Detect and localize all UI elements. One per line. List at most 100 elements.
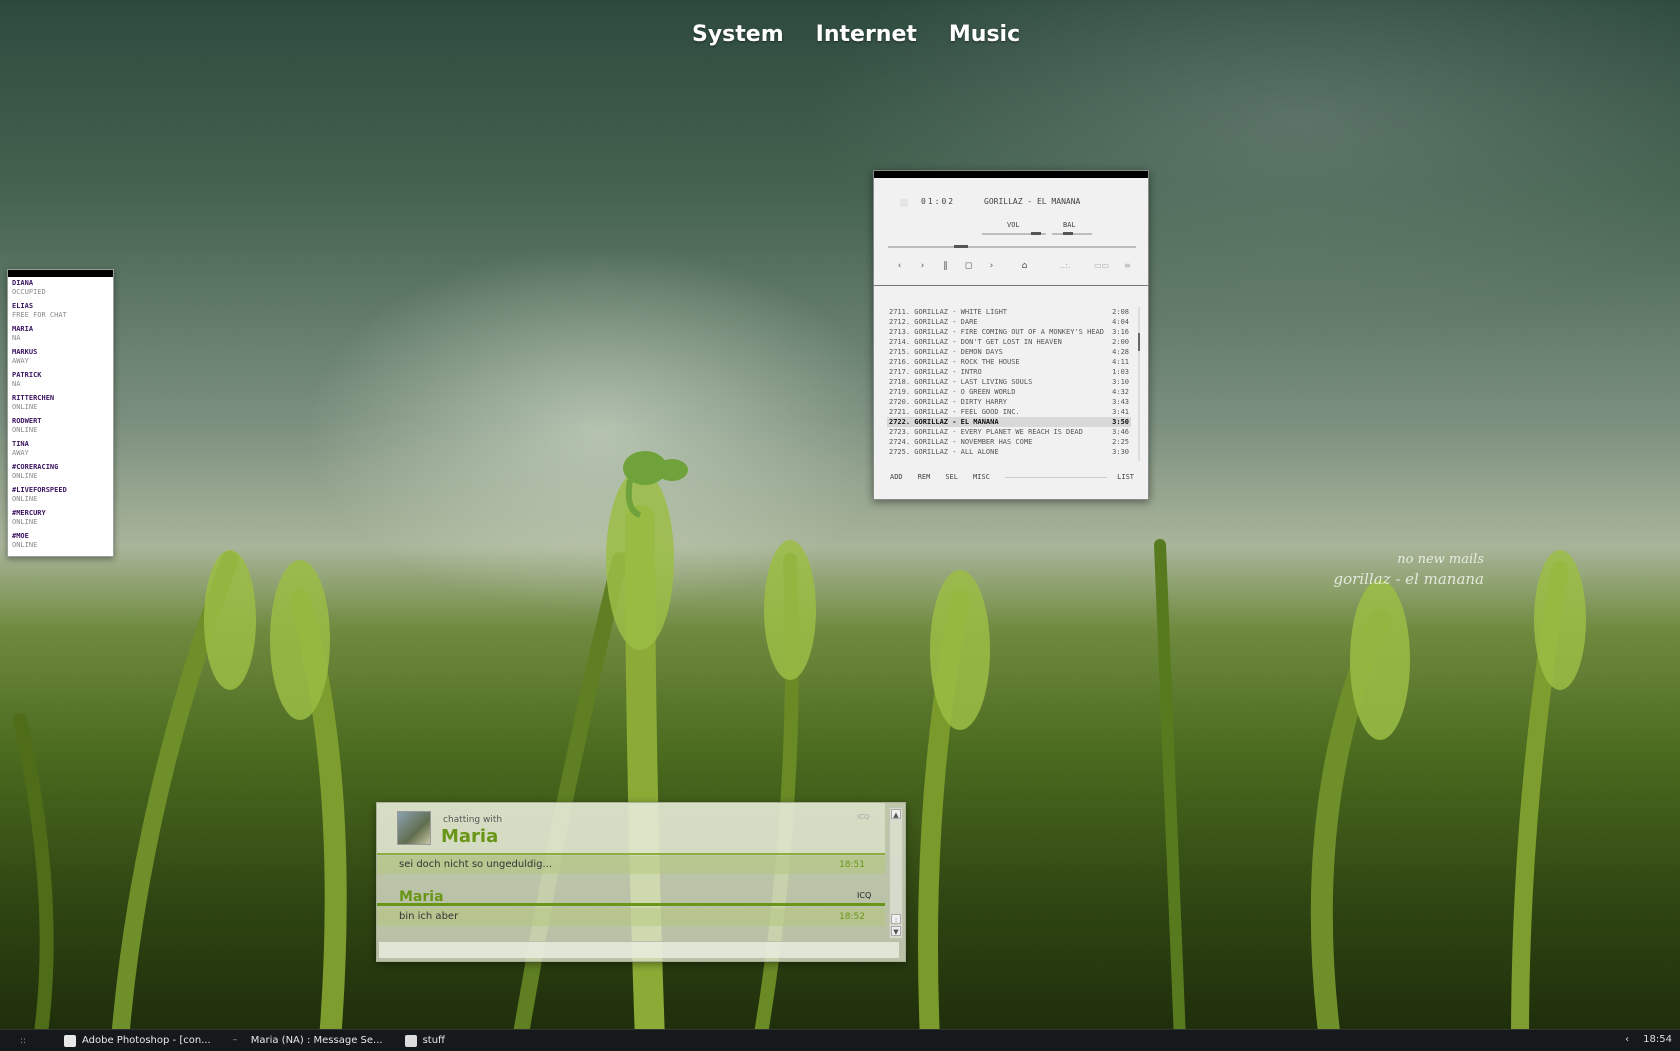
- message-row: sei doch nicht so ungeduldig... 18:51: [377, 856, 885, 874]
- task-message[interactable]: – Maria (NA) : Message Se...: [233, 1035, 383, 1047]
- playlist-row[interactable]: 2717. GORILLAZ - INTRO 1:03: [887, 367, 1131, 377]
- menu-internet[interactable]: Internet: [816, 22, 917, 47]
- previous-icon[interactable]: ‹: [888, 261, 911, 271]
- playlist-row[interactable]: 2720. GORILLAZ - DIRTY HARRY 3:43: [887, 397, 1131, 407]
- stop-icon[interactable]: ◻: [957, 261, 980, 271]
- message-row: bin ich aber 18:52: [377, 908, 885, 926]
- track-duration: 2:00: [1112, 338, 1129, 346]
- menu-icon[interactable]: ≡: [1124, 261, 1131, 270]
- contact-item[interactable]: MARIA NA: [8, 323, 113, 346]
- contact-item[interactable]: #MERCURY ONLINE: [8, 507, 113, 530]
- playlist-row[interactable]: 2716. GORILLAZ - ROCK THE HOUSE 4:11: [887, 357, 1131, 367]
- playlist-toolbar: ADD REM SEL MISC LIST: [890, 473, 1134, 481]
- play-icon[interactable]: ›: [911, 261, 934, 271]
- track-name: 2723. GORILLAZ - EVERY PLANET WE REACH I…: [889, 428, 1083, 436]
- playlist-scroll-thumb[interactable]: [1138, 333, 1140, 351]
- contact-item[interactable]: #LIVEFORSPEED ONLINE: [8, 484, 113, 507]
- contact-item[interactable]: #MOE ONLINE: [8, 530, 113, 553]
- track-name: 2719. GORILLAZ - O GREEN WORLD: [889, 388, 1016, 396]
- track-name: 2717. GORILLAZ - INTRO: [889, 368, 982, 376]
- select-button[interactable]: SEL: [945, 473, 958, 481]
- task-photoshop[interactable]: Adobe Photoshop - [con...: [64, 1034, 211, 1047]
- contact-status: ONLINE: [12, 472, 38, 480]
- track-name: 2724. GORILLAZ - NOVEMBER HAS COME: [889, 438, 1033, 446]
- pause-icon[interactable]: ‖: [934, 261, 957, 271]
- seek-bar[interactable]: [888, 246, 1136, 248]
- menu-system[interactable]: System: [692, 22, 784, 47]
- track-duration: 1:03: [1112, 368, 1129, 376]
- misc-button[interactable]: MISC: [973, 473, 990, 481]
- contact-status: ONLINE: [12, 403, 38, 411]
- track-duration: 4:04: [1112, 318, 1129, 326]
- contact-name: #LIVEFORSPEED: [12, 486, 67, 494]
- tray-expand-icon[interactable]: ‹: [1625, 1034, 1629, 1045]
- message-input[interactable]: [379, 941, 899, 958]
- playlist-row[interactable]: 2719. GORILLAZ - O GREEN WORLD 4:32: [887, 387, 1131, 397]
- contact-name: Maria: [441, 826, 499, 847]
- playlist-row[interactable]: 2714. GORILLAZ - DON'T GET LOST IN HEAVE…: [887, 337, 1131, 347]
- track-duration: 3:30: [1112, 448, 1129, 456]
- balance-knob[interactable]: [1063, 232, 1073, 235]
- playlist-row[interactable]: 2711. GORILLAZ - WHITE LIGHT 2:08: [887, 307, 1131, 317]
- scroll-up-icon[interactable]: ▲: [891, 809, 901, 819]
- scroll-down-icon[interactable]: ▼: [891, 926, 901, 936]
- taskbar: :: Adobe Photoshop - [con... – Maria (NA…: [0, 1029, 1680, 1051]
- playlist-scrollbar[interactable]: [1138, 307, 1140, 461]
- repeat-icon[interactable]: ▭▭: [1094, 261, 1109, 270]
- track-duration: 4:28: [1112, 348, 1129, 356]
- contact-item[interactable]: TINA AWAY: [8, 438, 113, 461]
- chat-scrollbar[interactable]: ▲ : ▼: [889, 807, 903, 939]
- playlist-row[interactable]: 2715. GORILLAZ - DEMON DAYS 4:28: [887, 347, 1131, 357]
- contact-item[interactable]: RITTERCHEN ONLINE: [8, 392, 113, 415]
- playlist-row[interactable]: 2712. GORILLAZ - DARE 4:04: [887, 317, 1131, 327]
- contact-name: TINA: [12, 440, 29, 448]
- contact-item[interactable]: DIANA OCCUPIED: [8, 277, 113, 300]
- chat-window: chatting with Maria ICQ sei doch nicht s…: [376, 802, 906, 962]
- contact-name: ELIAS: [12, 302, 34, 310]
- playlist-row[interactable]: 2721. GORILLAZ - FEEL GOOD INC. 3:41: [887, 407, 1131, 417]
- track-duration: 3:50: [1112, 418, 1129, 426]
- contact-list: DIANA OCCUPIED ELIAS FREE FOR CHAT MARIA NA…: [7, 269, 114, 557]
- top-menu: System Internet Music: [692, 22, 1020, 47]
- playlist-row[interactable]: 2723. GORILLAZ - EVERY PLANET WE REACH I…: [887, 427, 1131, 437]
- eject-icon[interactable]: ⌂: [1013, 261, 1036, 271]
- menu-music[interactable]: Music: [949, 22, 1020, 47]
- music-player: 01:02 GORILLAZ - EL MANANA VOL BAL ‹ › ‖…: [873, 170, 1149, 500]
- playlist-row[interactable]: 2718. GORILLAZ - LAST LIVING SOULS 3:10: [887, 377, 1131, 387]
- list-button[interactable]: LIST: [1117, 473, 1134, 481]
- chat-header: chatting with Maria ICQ: [377, 803, 885, 855]
- add-button[interactable]: ADD: [890, 473, 903, 481]
- next-icon[interactable]: ›: [980, 261, 1003, 271]
- playlist-row[interactable]: 2722. GORILLAZ - EL MANANA 3:50: [887, 417, 1131, 427]
- contact-list-titlebar[interactable]: [8, 270, 113, 277]
- track-duration: 2:08: [1112, 308, 1129, 316]
- playlist-row[interactable]: 2713. GORILLAZ - FIRE COMING OUT OF A MO…: [887, 327, 1131, 337]
- contact-item[interactable]: PATRICK NA: [8, 369, 113, 392]
- playlist-row[interactable]: 2724. GORILLAZ - NOVEMBER HAS COME 2:25: [887, 437, 1131, 447]
- shuffle-icon[interactable]: ..:.: [1060, 261, 1070, 270]
- contact-item[interactable]: MARKUS AWAY: [8, 346, 113, 369]
- contact-status: AWAY: [12, 449, 29, 457]
- playlist-row[interactable]: 2725. GORILLAZ - ALL ALONE 3:30: [887, 447, 1131, 457]
- track-name: 2713. GORILLAZ - FIRE COMING OUT OF A MO…: [889, 328, 1104, 336]
- contact-name: #CORERACING: [12, 463, 59, 471]
- start-icon[interactable]: ::: [20, 1036, 34, 1046]
- avatar: [397, 811, 431, 845]
- player-titlebar[interactable]: [874, 171, 1148, 178]
- contact-name: RITTERCHEN: [12, 394, 55, 402]
- track-duration: 3:41: [1112, 408, 1129, 416]
- contact-status: NA: [12, 334, 21, 342]
- volume-knob[interactable]: [1031, 232, 1041, 235]
- remove-button[interactable]: REM: [918, 473, 931, 481]
- system-tray: ‹ 18:54: [1625, 1034, 1672, 1045]
- contact-name: PATRICK: [12, 371, 42, 379]
- balance-label: BAL: [1063, 221, 1076, 229]
- scroll-thumb[interactable]: :: [891, 914, 901, 924]
- contact-name: DIANA: [12, 279, 34, 287]
- seek-knob[interactable]: [954, 245, 968, 248]
- contact-item[interactable]: #CORERACING ONLINE: [8, 461, 113, 484]
- contact-status: ONLINE: [12, 518, 38, 526]
- task-folder[interactable]: stuff: [404, 1034, 445, 1047]
- contact-item[interactable]: ELIAS FREE FOR CHAT: [8, 300, 113, 323]
- contact-item[interactable]: RODWERT ONLINE: [8, 415, 113, 438]
